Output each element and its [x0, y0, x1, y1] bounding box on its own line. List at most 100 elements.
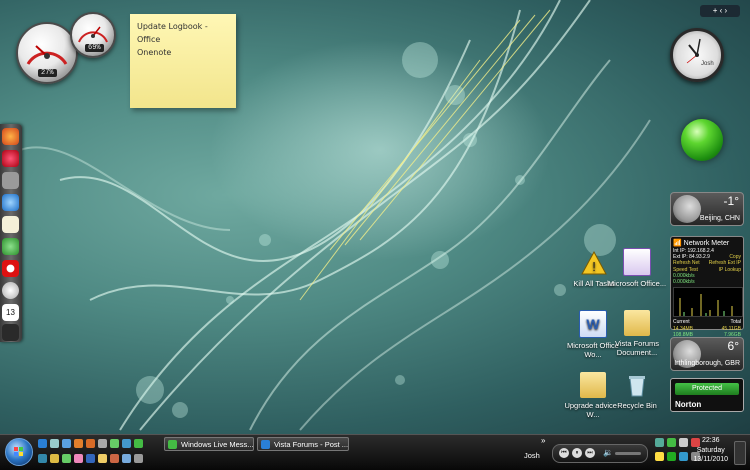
speed-test-link[interactable]: Speed Test [673, 267, 698, 273]
quick-launch-explorer-icon[interactable] [122, 439, 131, 448]
wallpaper-swirls [19, 0, 651, 431]
tray-network-icon[interactable] [655, 438, 664, 447]
quick-launch-ie-icon[interactable] [38, 454, 47, 463]
taskbar-overflow-chevron[interactable]: » [541, 436, 545, 445]
quick-launch-folder-icon[interactable] [50, 454, 59, 463]
svg-text:!: ! [592, 259, 596, 274]
sticky-note-line: Onenote [137, 48, 172, 57]
tray-day: Saturday [696, 446, 725, 454]
word-icon: W [579, 310, 607, 338]
quick-launch-tools-icon[interactable] [98, 439, 107, 448]
sticky-note[interactable]: Update Logbook - Office Onenote [130, 14, 236, 108]
memory-gauge: 69% [70, 12, 116, 58]
memory-value: 69% [85, 44, 104, 52]
tray-update-icon[interactable] [655, 452, 664, 461]
network-meter-gadget[interactable]: 📶 Network Meter Int IP: 192.168.2.4 Ext … [670, 236, 744, 338]
calendar-icon[interactable]: 13 [2, 304, 19, 321]
tray-time: 22:36 [701, 437, 720, 444]
taskbar-button-label: Vista Forums - Post ... [274, 440, 349, 449]
speed-down: 0.000kb/s [673, 279, 695, 286]
folder-icon [580, 372, 606, 398]
clock-gadget[interactable]: Josh [670, 28, 724, 82]
cpu-value: 27% [38, 69, 57, 77]
sidebar-add-button[interactable]: + [713, 6, 718, 15]
ip-lookup-link[interactable]: IP Lookup [719, 267, 741, 273]
taskbar: Windows Live Mess... Vista Forums - Post… [0, 434, 750, 470]
quick-launch-media-icon[interactable] [74, 439, 83, 448]
quick-launch-messenger-icon[interactable] [134, 439, 143, 448]
mail-icon[interactable] [2, 216, 19, 233]
windows-logo-icon [14, 447, 23, 456]
pause-icon[interactable]: ⏸ [572, 448, 582, 458]
clock-face-icon [686, 38, 701, 64]
quick-launch-mail-icon[interactable] [62, 439, 71, 448]
int-ip: Int IP: 192.168.2.4 [673, 248, 714, 254]
desktop-icon-label: Recycle Bin [617, 401, 657, 410]
weather-temp: -1° [723, 194, 739, 208]
opera-icon[interactable] [2, 150, 19, 167]
green-orb-icon[interactable] [681, 119, 723, 161]
desktop-icon-label: Microsoft Office... [607, 279, 667, 288]
weather-city: Irthlingborough, GBR [674, 360, 740, 367]
desktop-icon-onenote[interactable]: Microsoft Office... [607, 248, 667, 288]
quick-launch-photo-icon[interactable] [122, 454, 131, 463]
start-button[interactable] [5, 438, 33, 466]
quick-launch-desktop-icon[interactable] [50, 439, 59, 448]
sidebar-nav-button[interactable]: ‹ › [720, 6, 728, 15]
folder-icon [624, 310, 650, 336]
media-player-toolbar: ⏮ ⏸ ⏭ 🔉 [552, 444, 648, 463]
volume-icon[interactable]: 🔉 [603, 448, 613, 457]
arrow-icon[interactable] [2, 324, 19, 341]
norton-status: Protected [675, 383, 739, 395]
tray-sync-icon[interactable] [679, 452, 688, 461]
moon-icon [673, 195, 701, 223]
norton-gadget[interactable]: Protected Norton [670, 378, 744, 412]
show-desktop-button[interactable] [734, 441, 746, 465]
weather-city: Beijing, CHN [699, 215, 740, 222]
previous-icon[interactable]: ⏮ [559, 448, 569, 458]
desktop-icon-recycle-bin[interactable]: Recycle Bin [607, 372, 667, 410]
quick-launch-settings-icon[interactable] [134, 454, 143, 463]
cpu-gauge: 27% [16, 22, 78, 84]
desktop-icon-vista-forums[interactable]: Vista Forums Document... [607, 310, 667, 357]
clock-icon[interactable] [2, 282, 19, 299]
quick-launch-calc-icon[interactable] [110, 439, 119, 448]
warning-icon: ! [581, 250, 607, 276]
refresh-net-link[interactable]: Refresh Net [673, 260, 700, 266]
taskbar-button-vista-forums[interactable]: Vista Forums - Post ... [257, 437, 349, 451]
taskbar-button-messenger[interactable]: Windows Live Mess... [164, 437, 254, 451]
block-icon[interactable] [2, 260, 19, 277]
quick-launch-chat-icon[interactable] [62, 454, 71, 463]
quick-launch-firefox-icon[interactable] [86, 439, 95, 448]
recycle-bin-icon [624, 372, 650, 398]
weather-gadget-irthlingborough[interactable]: 6° Irthlingborough, GBR [670, 337, 744, 371]
firefox-icon[interactable] [2, 128, 19, 145]
tools-icon[interactable] [2, 172, 19, 189]
network-icon: 📶 [673, 240, 684, 247]
speed-up: 0.000kb/s [673, 272, 695, 279]
sidebar-controls[interactable]: + ‹ › [700, 5, 740, 17]
quick-launch-music-icon[interactable] [110, 454, 119, 463]
quick-launch-word-icon[interactable] [86, 454, 95, 463]
next-icon[interactable]: ⏭ [585, 448, 595, 458]
quick-launch-ie-icon[interactable] [38, 439, 47, 448]
messenger-icon [168, 440, 177, 449]
quick-launch-notes-icon[interactable] [98, 454, 107, 463]
internet-explorer-icon[interactable] [2, 194, 19, 211]
ext-ip: Ext IP: 84.93.2.9 [673, 254, 710, 261]
weather-gadget-beijing[interactable]: -1° Beijing, CHN [670, 192, 744, 226]
volume-slider[interactable] [615, 452, 641, 455]
network-meter-title: 📶 Network Meter [673, 240, 730, 247]
taskbar-button-label: Windows Live Mess... [181, 440, 254, 449]
current-up: 14.34MB [673, 325, 694, 332]
tray-messenger-icon[interactable] [667, 438, 676, 447]
quick-launch-paint-icon[interactable] [74, 454, 83, 463]
internet-explorer-icon [261, 440, 270, 449]
tray-clock[interactable]: 22:36 Saturday 13/11/2010 [693, 436, 728, 465]
quick-launch-bar: 13 [0, 124, 22, 342]
messenger-icon[interactable] [2, 238, 19, 255]
tray-volume-icon[interactable] [679, 438, 688, 447]
sticky-note-line: Update Logbook - Office [137, 22, 208, 44]
tray-antivirus-icon[interactable] [667, 452, 676, 461]
current-label: Current [673, 319, 690, 326]
